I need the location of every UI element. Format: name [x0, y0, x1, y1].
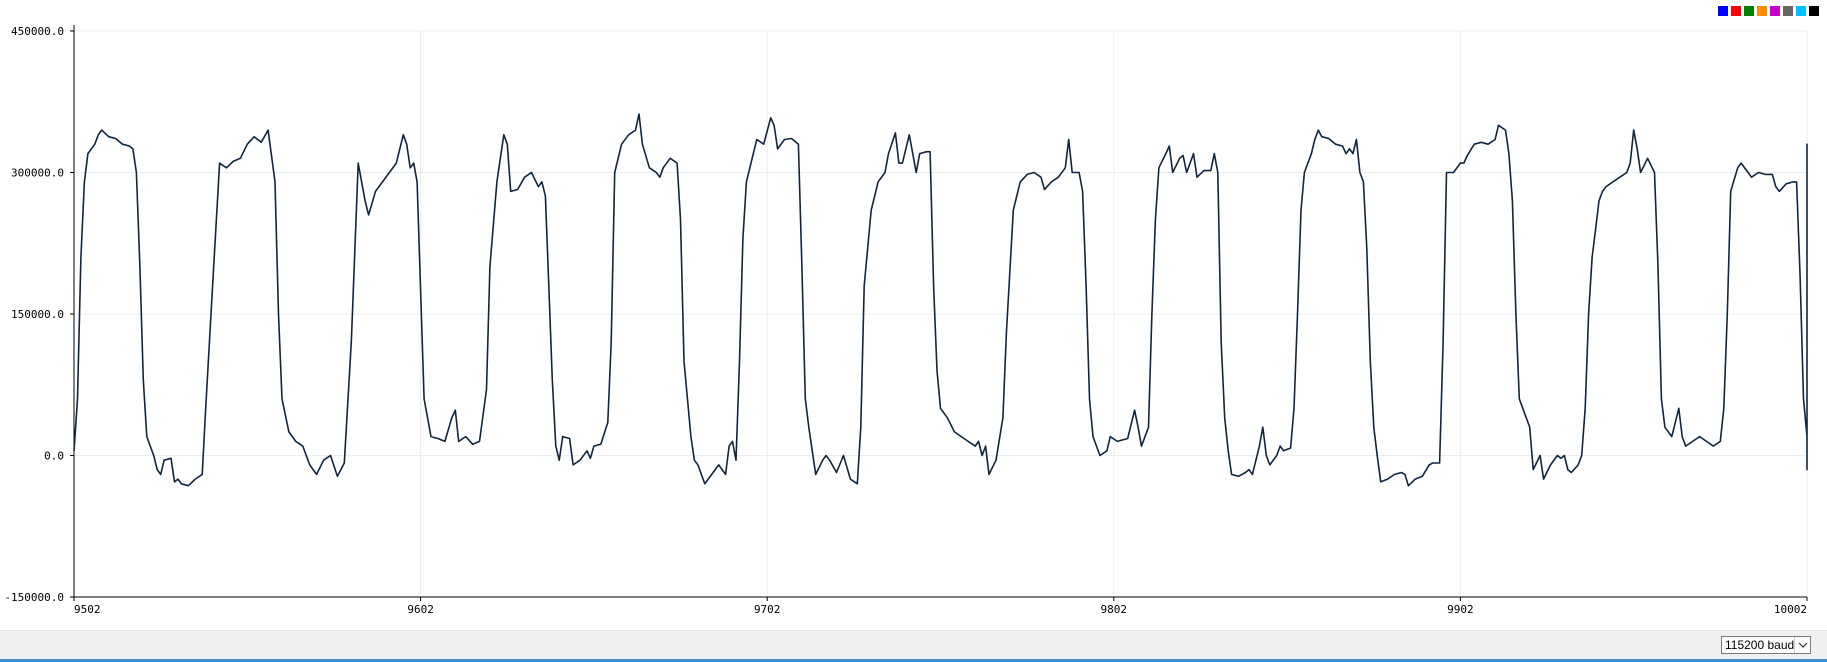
legend-swatch-0 [1718, 6, 1728, 16]
legend-swatch-1 [1731, 6, 1741, 16]
x-tick-label: 9802 [1101, 603, 1128, 616]
legend-swatch-7 [1809, 6, 1819, 16]
baud-rate-label: 115200 baud [1725, 638, 1795, 652]
bottom-toolbar: 115200 baud [0, 630, 1827, 660]
y-tick-label: -150000.0 [4, 591, 64, 604]
x-tick-label: 9602 [407, 603, 434, 616]
x-tick-label: 9902 [1447, 603, 1474, 616]
baud-rate-select[interactable]: 115200 baud [1721, 636, 1811, 654]
y-tick-label: 300000.0 [11, 167, 64, 180]
grid-lines [73, 30, 1808, 598]
legend-swatch-2 [1744, 6, 1754, 16]
x-tick-label: 9502 [74, 603, 101, 616]
series-layer [73, 113, 1808, 487]
legend-swatch-3 [1757, 6, 1767, 16]
x-tick-label: 9702 [754, 603, 781, 616]
y-tick-label: 450000.0 [11, 25, 64, 38]
x-tick-label: 10002 [1774, 603, 1807, 616]
tick-labels: 450000.0 300000.0 150000.0 0.0 -150000.0 9502… [4, 25, 1807, 616]
legend-swatches [1718, 6, 1819, 16]
serial-plotter-chart: 450000.0 300000.0 150000.0 0.0 -150000.0 9502… [0, 0, 1827, 630]
series-line-0 [73, 113, 1808, 487]
legend-swatch-6 [1796, 6, 1806, 16]
plot-svg: 450000.0 300000.0 150000.0 0.0 -150000.0 9502… [4, 25, 1808, 616]
axes [70, 25, 1808, 601]
legend-swatch-4 [1770, 6, 1780, 16]
legend-swatch-5 [1783, 6, 1793, 16]
y-tick-label: 150000.0 [11, 308, 64, 321]
y-tick-label: 0.0 [44, 450, 64, 463]
chevron-down-icon[interactable] [1794, 637, 1810, 653]
